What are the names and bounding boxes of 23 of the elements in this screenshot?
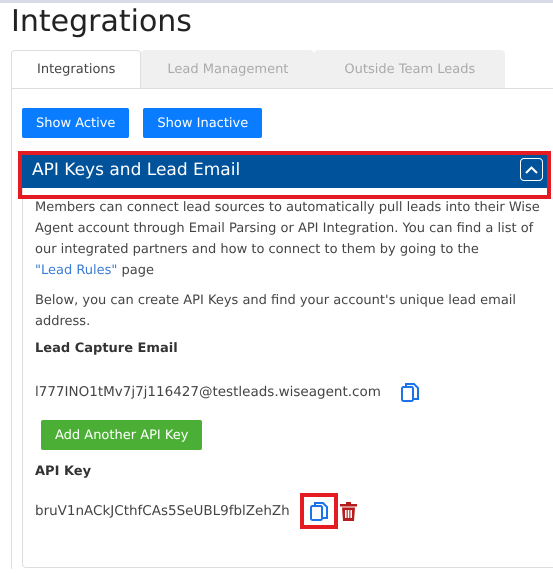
copy-icon [400,382,419,402]
note-paragraph: Below, you can create API Keys and find your account's unique lead email address. [35,292,518,331]
tab[interactable]: Outside Team Leads [314,50,506,88]
intro-paragraph: Members can connect lead sources to automatically pull leads into their Wise Agent account through Email Parsing or API Integration. You can find a list of our integrated partners and how to connect to them by going to the "Lead Rules" page [35,199,541,280]
tab[interactable]: Integrations [11,50,142,88]
delete-button[interactable] [340,502,357,520]
api-key: bruV1nACkJCthfCAs5SeUBL9fblZehZh [35,503,290,519]
panel-title: API Keys and Lead Email [32,160,240,180]
filter-button[interactable]: Show Inactive [143,108,262,138]
api-key-label: API Key [35,464,92,479]
filter-button[interactable]: Show Active [22,108,130,138]
add-key-button[interactable]: Add Another API Key [41,420,202,450]
email-label: Lead Capture Email [35,341,179,356]
page-title: Integrations [11,3,193,41]
trash-icon [340,502,357,520]
tab[interactable]: Lead Management [141,50,314,88]
collapse-button[interactable] [520,158,543,181]
copy-button[interactable] [310,501,328,521]
lead-rules-link[interactable]: "Lead Rules" [35,263,118,278]
lead-email: l777INO1tMv7j7j116427@testleads.wiseagent.com [35,384,381,400]
copy-button[interactable] [400,382,419,402]
copy-icon [310,501,328,521]
chevron-icon [525,166,538,174]
